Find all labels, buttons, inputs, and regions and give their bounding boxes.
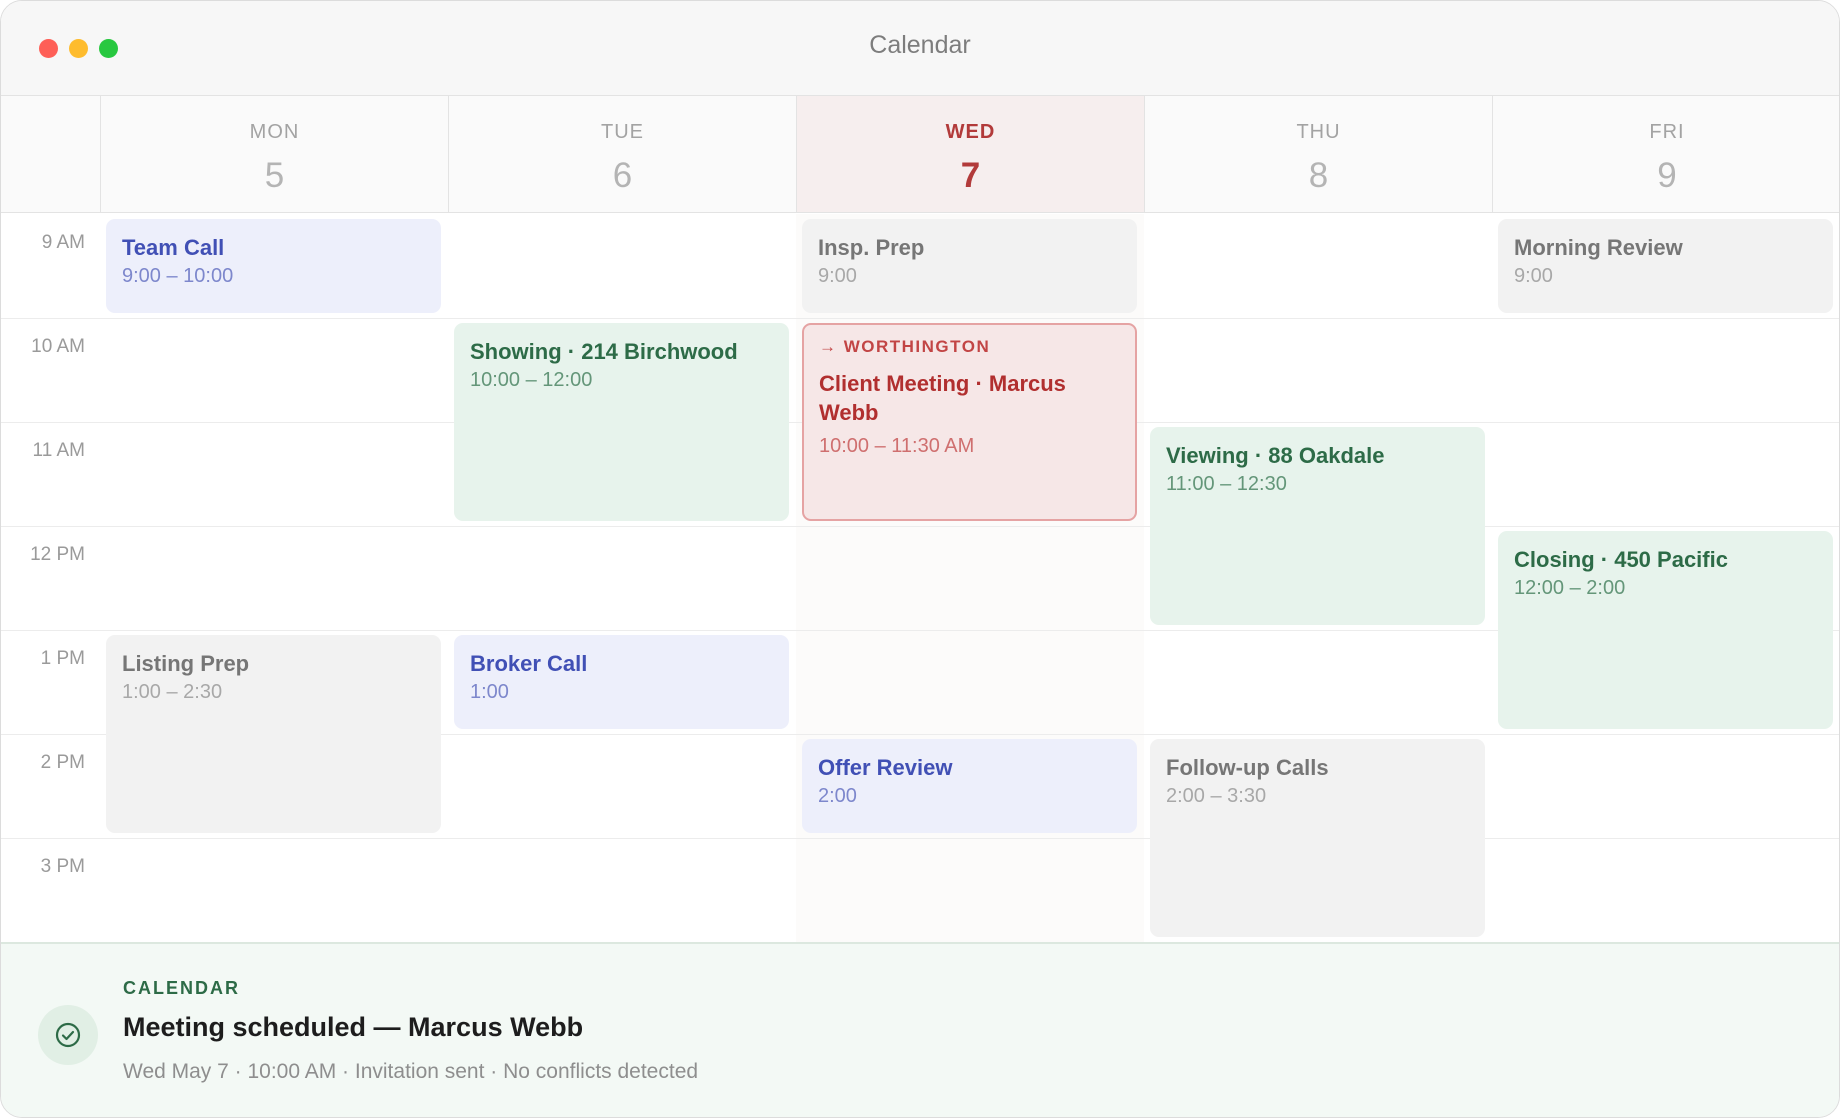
day-number: 7 — [960, 156, 981, 195]
event-title: Showing · 214 Birchwood — [470, 339, 738, 364]
event-title: Viewing · 88 Oakdale — [1166, 443, 1385, 468]
event-time: 9:00 – 10:00 — [122, 265, 234, 287]
calendar-window: Calendar MON 5 TUE 6 WED 7 THU 8 FRI 9 9… — [0, 0, 1840, 1118]
event-calendar-tag: → WORTHINGTON — [819, 337, 991, 356]
event-client-meeting[interactable]: → WORTHINGTON Client Meeting · Marcus We… — [802, 323, 1137, 521]
hour-label: 12 PM — [30, 544, 85, 565]
event-listing-prep[interactable]: Listing Prep 1:00 – 2:30 — [106, 635, 441, 833]
event-time: 11:00 – 12:30 — [1166, 473, 1287, 495]
event-title: Broker Call — [470, 651, 588, 676]
hour-label: 11 AM — [32, 440, 85, 461]
day-number: 9 — [1657, 156, 1677, 195]
event-showing-birchwood[interactable]: Showing · 214 Birchwood 10:00 – 12:00 — [454, 323, 789, 521]
event-time: 12:00 – 2:00 — [1514, 577, 1626, 599]
event-time: 10:00 – 12:00 — [470, 369, 593, 391]
hour-line — [1, 838, 1839, 839]
event-title: Closing · 450 Pacific — [1514, 547, 1728, 572]
day-number: 6 — [612, 156, 633, 195]
notification-category: CALENDAR — [123, 978, 240, 998]
notification-banner[interactable]: CALENDAR Meeting scheduled — Marcus Webb… — [1, 942, 1839, 1117]
hour-line — [1, 318, 1839, 319]
event-offer-review[interactable]: Offer Review 2:00 — [802, 739, 1137, 833]
event-title: Offer Review — [818, 755, 953, 780]
event-title: Listing Prep — [122, 651, 250, 676]
event-team-call[interactable]: Team Call 9:00 – 10:00 — [106, 219, 441, 313]
hour-line — [1, 526, 1839, 527]
event-time: 2:00 — [818, 785, 857, 807]
hour-label: 2 PM — [40, 752, 85, 773]
event-viewing-oakdale[interactable]: Viewing · 88 Oakdale 11:00 – 12:30 — [1150, 427, 1485, 625]
hour-label: 3 PM — [40, 856, 85, 877]
event-insp-prep[interactable]: Insp. Prep 9:00 — [802, 219, 1137, 313]
event-title: Follow-up Calls — [1166, 755, 1329, 780]
day-header-wed-today[interactable]: WED 7 — [796, 96, 1144, 213]
event-time: 1:00 – 2:30 — [122, 681, 223, 703]
event-broker-call[interactable]: Broker Call 1:00 — [454, 635, 789, 729]
day-header-fri[interactable]: FRI 9 — [1492, 96, 1839, 213]
day-header-tue[interactable]: TUE 6 — [448, 96, 796, 213]
time-gutter-header — [1, 96, 100, 213]
day-of-week: TUE — [601, 121, 644, 143]
event-title: Team Call — [122, 235, 225, 260]
hour-label: 10 AM — [31, 336, 85, 357]
event-time: 9:00 — [818, 265, 857, 287]
day-header-mon[interactable]: MON 5 — [100, 96, 448, 213]
day-of-week: MON — [249, 121, 300, 143]
event-time: 10:00 – 11:30 AM — [819, 435, 975, 457]
day-header-thu[interactable]: THU 8 — [1144, 96, 1492, 213]
event-morning-review[interactable]: Morning Review 9:00 — [1498, 219, 1833, 313]
check-circle-icon — [38, 1005, 98, 1065]
day-of-week: FRI — [1649, 121, 1685, 143]
hour-label: 1 PM — [40, 648, 85, 669]
title-bar: Calendar — [1, 1, 1839, 96]
event-title: Client Meeting · Marcus Webb — [819, 371, 1066, 425]
window-title: Calendar — [869, 31, 971, 59]
hour-label: 9 AM — [41, 232, 85, 253]
day-of-week: WED — [945, 121, 996, 143]
week-grid[interactable]: 9 AM 10 AM 11 AM 12 PM 1 PM 2 PM 3 PM Te… — [1, 214, 1839, 942]
event-time: 9:00 — [1514, 265, 1553, 287]
day-number: 8 — [1308, 156, 1329, 195]
event-title: Insp. Prep — [818, 235, 925, 260]
event-time: 2:00 – 3:30 — [1166, 785, 1267, 807]
notification-headline: Meeting scheduled — Marcus Webb — [123, 1012, 584, 1042]
event-closing-pacific[interactable]: Closing · 450 Pacific 12:00 – 2:00 — [1498, 531, 1833, 729]
event-time: 1:00 — [470, 681, 509, 703]
event-followup-calls[interactable]: Follow-up Calls 2:00 – 3:30 — [1150, 739, 1485, 937]
event-title: Morning Review — [1514, 235, 1683, 260]
day-number: 5 — [264, 156, 285, 195]
day-of-week: THU — [1296, 121, 1341, 143]
notification-detail: Wed May 7 · 10:00 AM · Invitation sent ·… — [123, 1060, 699, 1083]
